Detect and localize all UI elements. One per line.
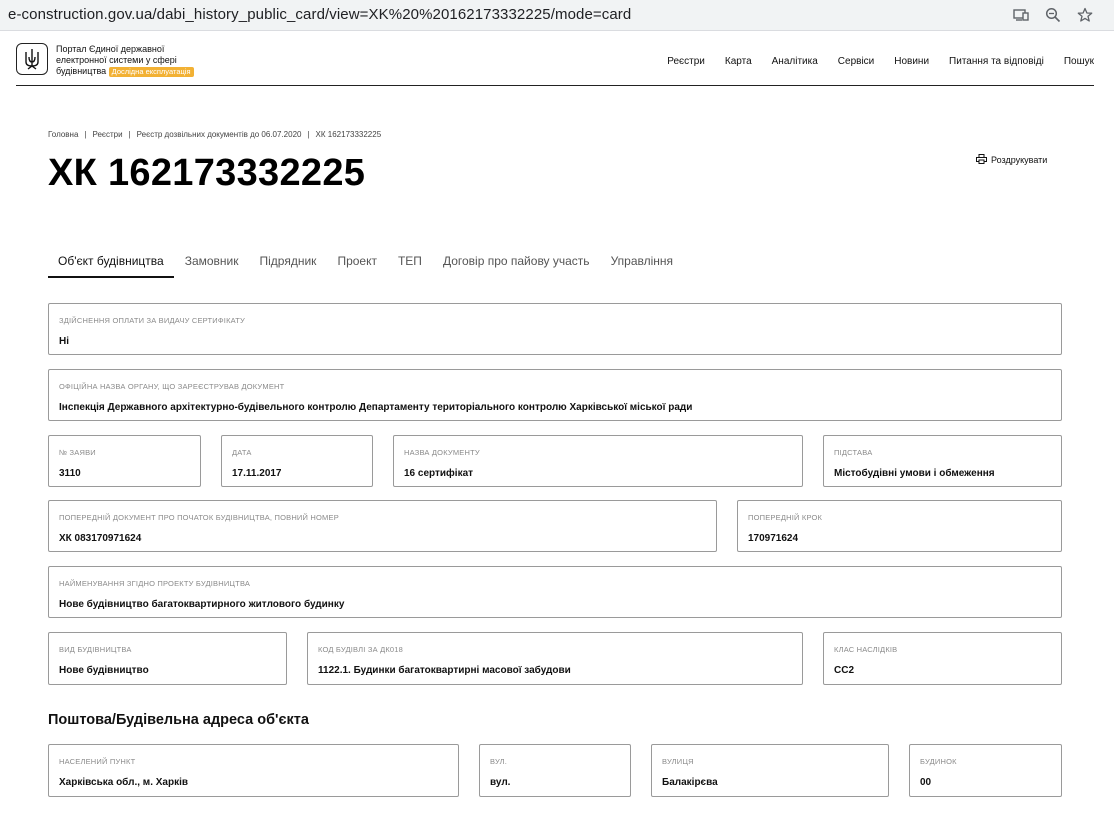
logo-line-2: електронної системи у сфері: [56, 55, 177, 65]
logo-line-3-text: будівництва: [56, 66, 107, 76]
field-building-number: Будинок 00: [909, 744, 1062, 797]
breadcrumb-separator: |: [84, 130, 87, 139]
field-document-name: Назва документу 16 сертифікат: [393, 435, 803, 487]
tab-bar: Об'єкт будівництва Замовник Підрядник Пр…: [48, 254, 684, 278]
field-value: 16 сертифікат: [404, 468, 474, 479]
nav-map[interactable]: Карта: [725, 56, 752, 67]
tab-customer[interactable]: Замовник: [175, 254, 249, 278]
nav-search[interactable]: Пошук: [1064, 56, 1094, 67]
address-section-title: Поштова/Будівельна адреса об'єкта: [48, 712, 309, 728]
bookmark-star-icon[interactable]: [1076, 6, 1094, 24]
nav-services[interactable]: Сервіси: [838, 56, 874, 67]
field-value: 00: [920, 777, 932, 788]
field-value: Нове будівництво: [59, 665, 149, 676]
beta-badge: Дослідна експлуатація: [108, 66, 194, 77]
field-label: Вулиця: [662, 757, 694, 766]
zoom-icon[interactable]: [1044, 6, 1062, 24]
field-value: вул.: [490, 777, 511, 788]
field-previous-document: Попередній документ про початок будівниц…: [48, 500, 717, 552]
field-label: Назва документу: [404, 448, 480, 457]
main-nav: Реєстри Карта Аналітика Сервіси Новини П…: [647, 56, 1094, 67]
breadcrumb-current: ХК 162173332225: [315, 130, 382, 139]
field-label: Населений пункт: [59, 757, 136, 766]
field-label: Попередній крок: [748, 513, 823, 522]
field-construction-type: Вид будівництва Нове будівництво: [48, 632, 287, 685]
nav-analytics[interactable]: Аналітика: [772, 56, 818, 67]
field-label: Здійснення оплати за видачу сертифікату: [59, 316, 245, 325]
install-app-icon[interactable]: [1012, 6, 1030, 24]
tab-tep[interactable]: ТЕП: [388, 254, 432, 278]
field-label: Попередній документ про початок будівниц…: [59, 513, 339, 522]
field-label: № заяви: [59, 448, 96, 457]
field-basis: Підстава Містобудівні умови і обмеження: [823, 435, 1062, 487]
portal-logo-text[interactable]: Портал Єдиної державної електронної сист…: [56, 44, 236, 77]
field-label: Код будівлі за ДК018: [318, 645, 404, 654]
tab-project[interactable]: Проект: [327, 254, 387, 278]
breadcrumb-registries[interactable]: Реєстри: [92, 130, 122, 139]
tab-equity-agreement[interactable]: Договір про пайову участь: [433, 254, 600, 278]
breadcrumb-separator: |: [307, 130, 310, 139]
field-application-no: № заяви 3110: [48, 435, 201, 487]
trident-emblem-icon[interactable]: [16, 43, 48, 75]
field-consequence-class: Клас наслідків СС2: [823, 632, 1062, 685]
breadcrumb-permit-registry[interactable]: Реєстр дозвільних документів до 06.07.20…: [137, 130, 302, 139]
field-label: Найменування згідно проекту будівництва: [59, 579, 251, 588]
field-value: СС2: [834, 665, 855, 676]
breadcrumb-separator: |: [128, 130, 131, 139]
page-title: ХК 162173332225: [48, 152, 366, 194]
logo-line-3: будівництва Дослідна експлуатація: [56, 66, 236, 77]
browser-address-bar: e-construction.gov.ua/dabi_history_publi…: [0, 0, 1114, 31]
field-value: Балакірєва: [662, 777, 718, 788]
field-street: Вулиця Балакірєва: [651, 744, 889, 797]
address-url[interactable]: e-construction.gov.ua/dabi_history_publi…: [8, 6, 631, 23]
field-payment: Здійснення оплати за видачу сертифікату …: [48, 303, 1062, 355]
field-value: 3110: [59, 468, 81, 479]
field-value: Містобудівні умови і обмеження: [834, 468, 995, 479]
field-label: Офіційна назва органу, що зареєстрував д…: [59, 382, 285, 391]
field-authority: Офіційна назва органу, що зареєстрував д…: [48, 369, 1062, 421]
field-value: 170971624: [748, 533, 799, 544]
field-value: 17.11.2017: [232, 468, 282, 479]
print-button[interactable]: Роздрукувати: [976, 154, 1047, 166]
field-value: Нове будівництво багатоквартирного житло…: [59, 599, 345, 610]
nav-registries[interactable]: Реєстри: [667, 56, 705, 67]
logo-line-1: Портал Єдиної державної: [56, 44, 165, 54]
field-value: 1122.1. Будинки багатоквартирні масової …: [318, 665, 571, 676]
site-header: Портал Єдиної державної електронної сист…: [16, 40, 1094, 86]
field-label: Вид будівництва: [59, 645, 132, 654]
breadcrumb: Головна | Реєстри | Реєстр дозвільних до…: [48, 130, 381, 139]
print-label: Роздрукувати: [991, 155, 1048, 165]
printer-icon: [976, 154, 987, 166]
field-previous-step: Попередній крок 170971624: [737, 500, 1062, 552]
field-value: Інспекція Державного архітектурно-будіве…: [59, 402, 693, 413]
tab-management[interactable]: Управління: [601, 254, 683, 278]
field-value: Ні: [59, 336, 69, 347]
breadcrumb-home[interactable]: Головна: [48, 130, 78, 139]
field-street-type: Вул. вул.: [479, 744, 631, 797]
field-label: Підстава: [834, 448, 873, 457]
nav-news[interactable]: Новини: [894, 56, 929, 67]
field-label: Вул.: [490, 757, 508, 766]
field-value: Харківська обл., м. Харків: [59, 777, 189, 788]
field-project-name: Найменування згідно проекту будівництва …: [48, 566, 1062, 618]
nav-faq[interactable]: Питання та відповіді: [949, 56, 1044, 67]
field-label: Клас наслідків: [834, 645, 898, 654]
field-date: Дата 17.11.2017: [221, 435, 373, 487]
tab-construction-object[interactable]: Об'єкт будівництва: [48, 254, 174, 278]
field-value: ХК 083170971624: [59, 533, 142, 544]
field-label: Дата: [232, 448, 252, 457]
field-label: Будинок: [920, 757, 957, 766]
field-building-code: Код будівлі за ДК018 1122.1. Будинки баг…: [307, 632, 803, 685]
field-settlement: Населений пункт Харківська обл., м. Харк…: [48, 744, 459, 797]
tab-contractor[interactable]: Підрядник: [250, 254, 327, 278]
